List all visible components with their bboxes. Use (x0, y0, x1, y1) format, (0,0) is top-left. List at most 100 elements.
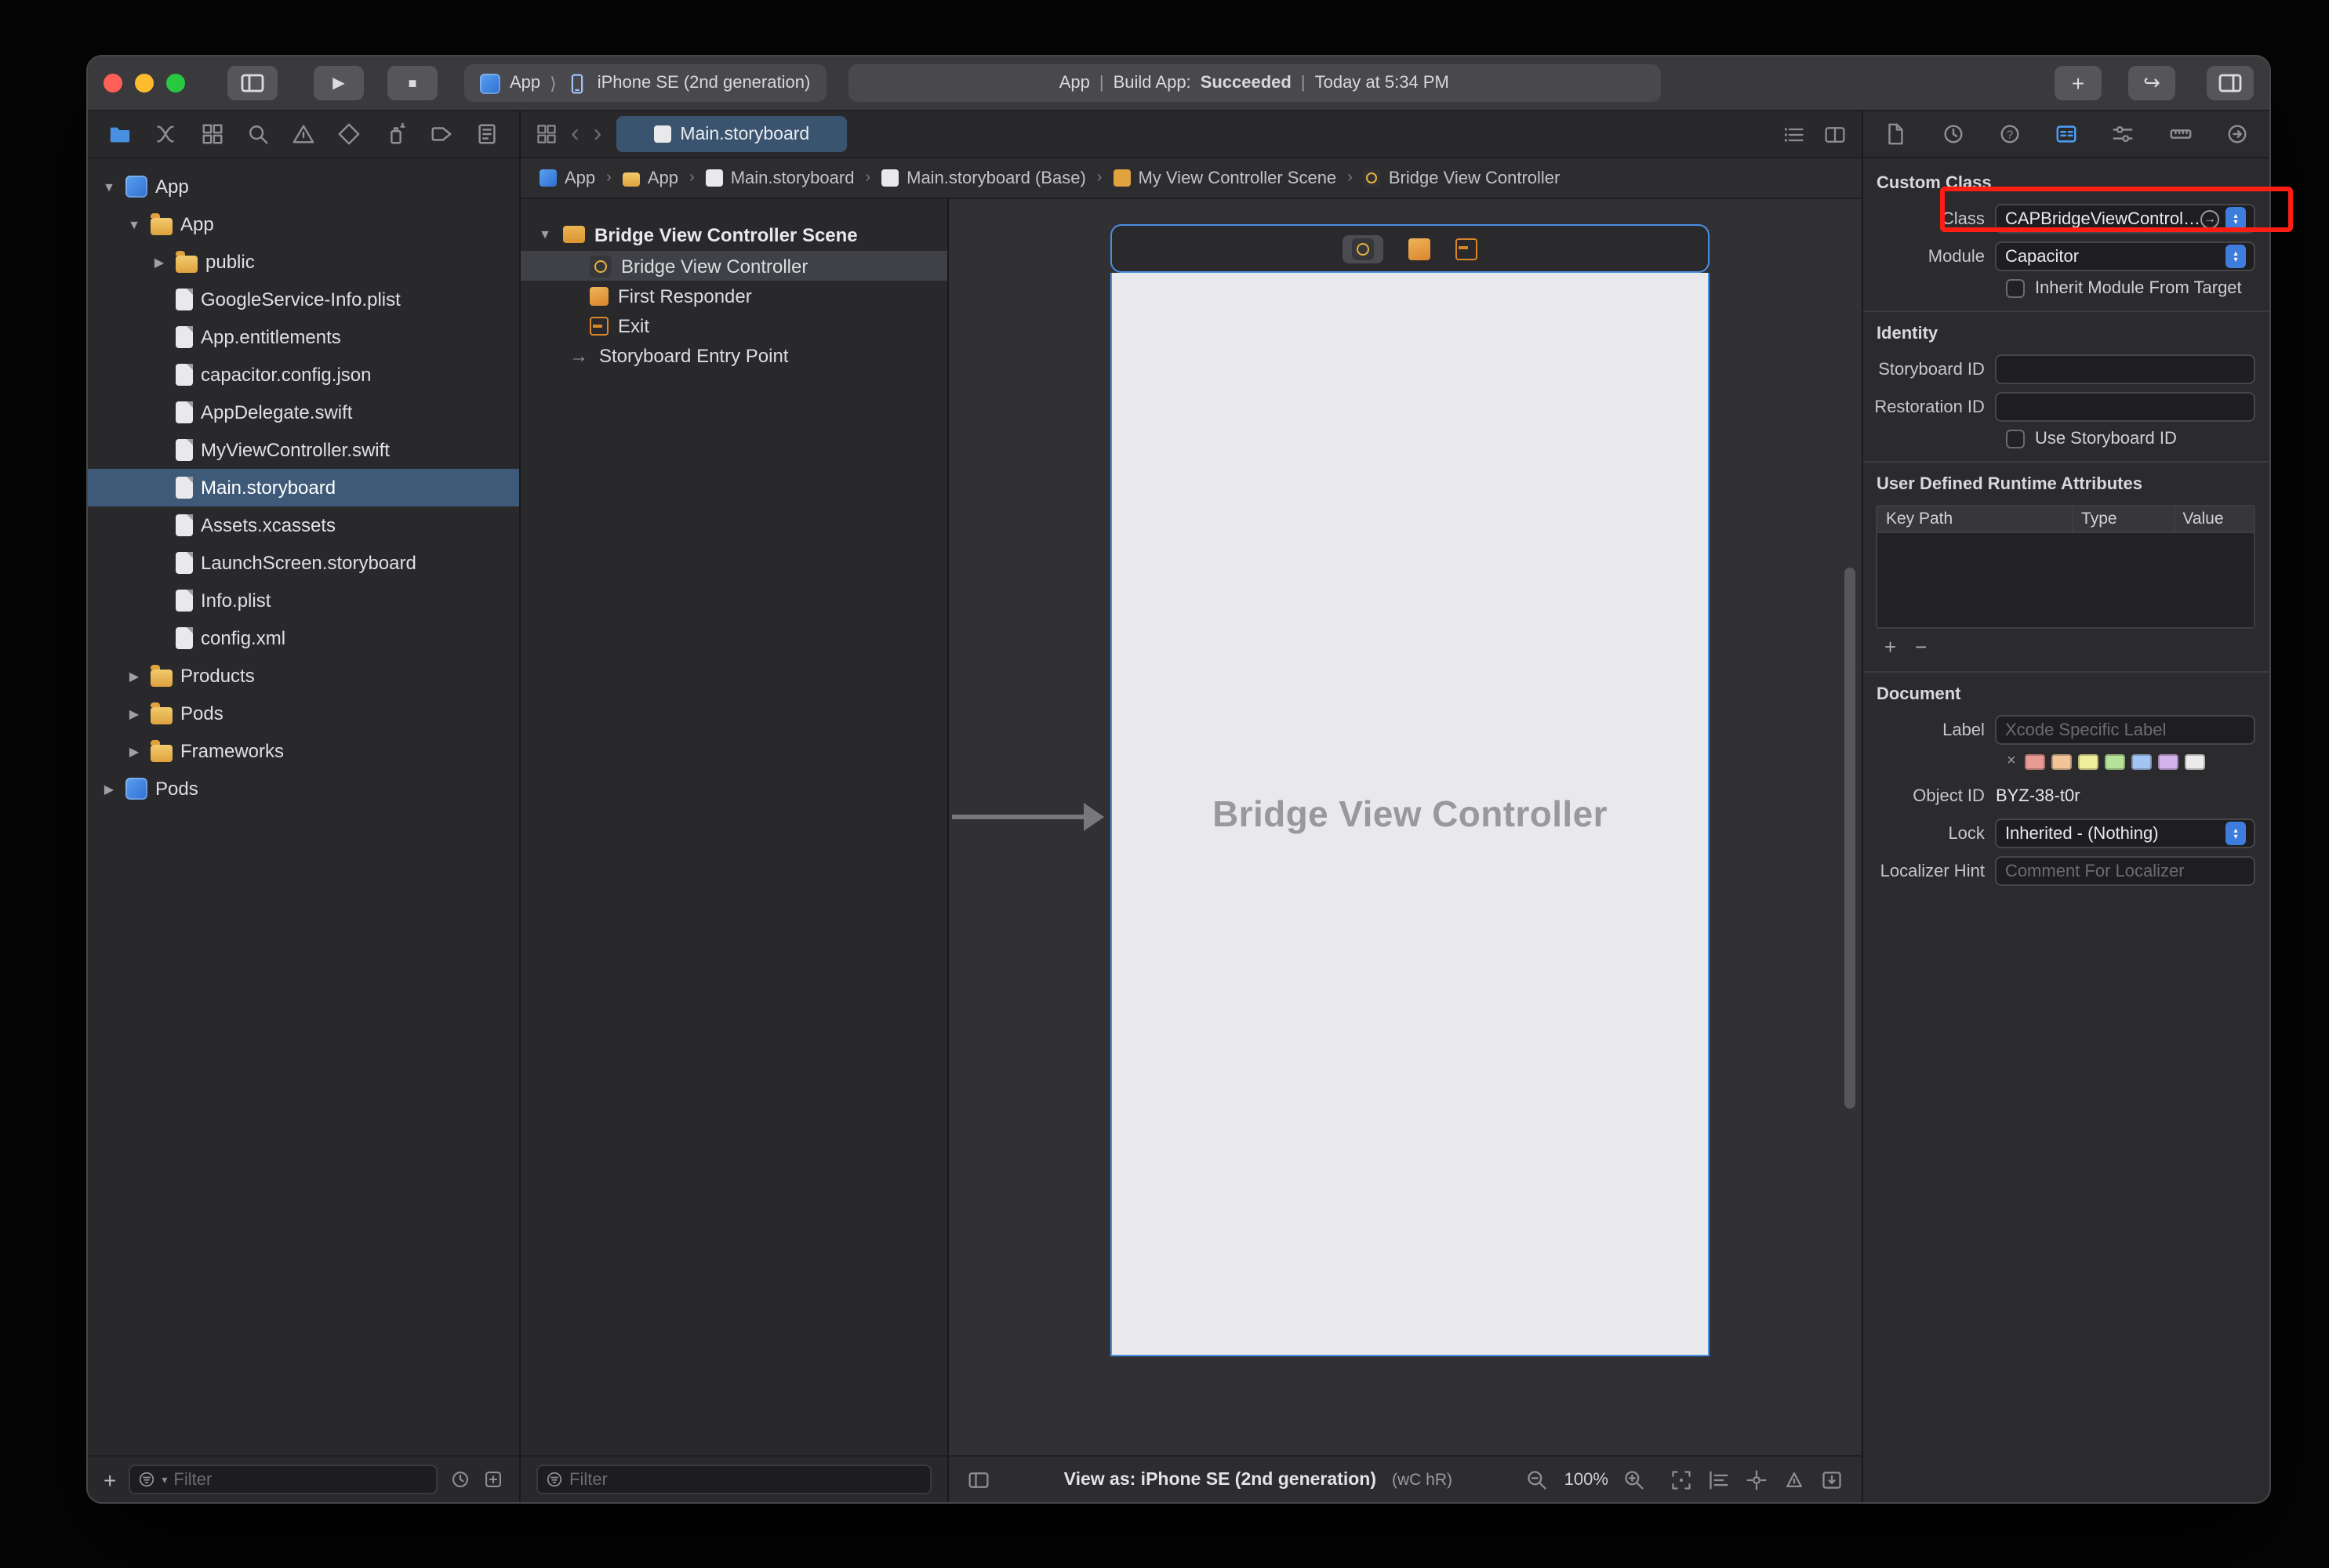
report-navigator-tab[interactable] (475, 122, 499, 146)
class-combo-field[interactable]: CAPBridgeViewControl… → ▴ ▾ (1996, 204, 2255, 234)
zoom-out-icon[interactable] (1527, 1468, 1549, 1490)
project-navigator-tab[interactable] (108, 122, 132, 146)
runtime-attributes-empty-body[interactable] (1878, 533, 2254, 627)
runtime-attributes-table[interactable]: Key Path Type Value (1877, 505, 2255, 629)
breadcrumb-view-controller[interactable]: Bridge View Controller (1364, 169, 1561, 187)
lock-dropdown[interactable]: Inherited - (Nothing) ▴ ▾ (1996, 818, 2255, 848)
history-inspector-tab[interactable] (1941, 122, 1964, 146)
tree-item-frameworks[interactable]: ▶ Frameworks (88, 732, 519, 770)
tree-item-app-group[interactable]: ▼ App (88, 205, 519, 243)
disclosure-open-icon[interactable]: ▼ (536, 227, 554, 241)
lock-dropdown-stepper[interactable]: ▴ ▾ (2225, 822, 2246, 845)
inspector-toggle-button[interactable] (2207, 66, 2254, 100)
tree-item-entitlements[interactable]: App.entitlements (88, 318, 519, 356)
editor-options-button[interactable]: ↪ (2128, 66, 2175, 100)
outline-item-exit[interactable]: Exit (521, 310, 947, 340)
outline-item-entry-point[interactable]: → Storyboard Entry Point (521, 340, 947, 370)
view-controller-selected-chip[interactable] (1343, 234, 1383, 263)
color-swatch-yellow[interactable] (2079, 753, 2099, 769)
quick-help-inspector-tab[interactable]: ? (1998, 122, 2022, 146)
color-swatch-orange[interactable] (2052, 753, 2073, 769)
source-control-tab[interactable] (154, 122, 178, 146)
library-add-button[interactable]: + (2055, 66, 2102, 100)
color-swatch-green[interactable] (2106, 753, 2126, 769)
remove-attribute-button[interactable]: − (1915, 635, 1927, 659)
use-storyboard-id-checkbox[interactable] (2007, 430, 2026, 448)
tree-item-public[interactable]: ▶ public (88, 243, 519, 281)
exit-icon[interactable] (1455, 238, 1477, 260)
inherit-module-checkbox[interactable] (2007, 279, 2026, 298)
disclosure-closed-icon[interactable]: ▶ (125, 669, 143, 683)
tree-item-launchscreen[interactable]: LaunchScreen.storyboard (88, 544, 519, 582)
close-window-button[interactable] (104, 74, 122, 93)
add-editor-icon[interactable] (1825, 123, 1847, 145)
navigator-filter-field[interactable]: ▾ (129, 1465, 438, 1494)
color-swatch-gray[interactable] (2185, 753, 2206, 769)
activity-view[interactable]: App | Build App: Succeeded | Today at 5:… (848, 64, 1660, 102)
add-attribute-button[interactable]: + (1884, 635, 1896, 659)
size-inspector-tab[interactable] (2168, 122, 2192, 146)
outline-filter-field[interactable] (536, 1465, 932, 1494)
resolve-autolayout-icon[interactable] (1784, 1468, 1806, 1490)
breadcrumb-main-storyboard[interactable]: Main.storyboard (706, 169, 855, 187)
localizer-hint-field[interactable] (1996, 856, 2255, 886)
outline-item-bridge-view-controller[interactable]: Bridge View Controller (521, 251, 947, 281)
disclosure-open-icon[interactable]: ▼ (100, 180, 118, 194)
navigator-filter-input[interactable] (173, 1470, 428, 1489)
zoom-level[interactable]: 100% (1564, 1470, 1608, 1489)
attributes-inspector-tab[interactable] (2112, 122, 2135, 146)
restoration-id-field[interactable] (1996, 392, 2255, 422)
document-label-field[interactable] (1996, 715, 2255, 745)
view-controller-view[interactable]: Bridge View Controller (1110, 273, 1710, 1356)
connections-inspector-tab[interactable] (2225, 122, 2249, 146)
back-button[interactable]: ‹ (571, 122, 580, 147)
canvas-area[interactable]: Bridge View Controller (949, 199, 1862, 1455)
no-color-swatch[interactable]: × (2007, 753, 2016, 770)
minimize-window-button[interactable] (135, 74, 154, 93)
breadcrumb-app-group[interactable]: App (623, 169, 678, 187)
tree-item-myviewcontroller[interactable]: MyViewController.swift (88, 431, 519, 469)
outline-toggle-icon[interactable] (968, 1468, 990, 1490)
tree-item-main-storyboard[interactable]: Main.storyboard (88, 469, 519, 506)
tree-item-products[interactable]: ▶ Products (88, 657, 519, 695)
color-swatch-purple[interactable] (2159, 753, 2179, 769)
breadcrumb-scene[interactable]: My View Controller Scene (1113, 169, 1336, 187)
vertical-scrollbar[interactable] (1845, 568, 1856, 1109)
tree-item-pods-group[interactable]: ▶ Pods (88, 695, 519, 732)
breakpoint-navigator-tab[interactable] (430, 122, 453, 146)
module-dropdown-stepper[interactable]: ▴ ▾ (2225, 245, 2246, 268)
fit-canvas-icon[interactable] (1671, 1468, 1693, 1490)
stop-button[interactable]: ■ (387, 66, 438, 100)
tab-overview-icon[interactable] (536, 124, 557, 144)
run-button[interactable]: ▶ (314, 66, 364, 100)
module-combo-field[interactable]: Capacitor ▴ ▾ (1996, 241, 2255, 271)
tree-item-googleservice-plist[interactable]: GoogleService-Info.plist (88, 281, 519, 318)
outline-filter-input[interactable] (569, 1470, 922, 1489)
issue-navigator-tab[interactable] (292, 122, 315, 146)
identity-inspector-tab-selected[interactable] (2055, 122, 2078, 146)
storyboard-entry-point-arrow[interactable] (952, 800, 1106, 842)
tree-item-info-plist[interactable]: Info.plist (88, 582, 519, 619)
color-swatch-blue[interactable] (2132, 753, 2153, 769)
debug-navigator-tab[interactable] (383, 122, 407, 146)
tree-item-config-xml[interactable]: config.xml (88, 619, 519, 657)
forward-button[interactable]: › (594, 122, 602, 147)
tree-item-pods-project[interactable]: ▶ Pods (88, 770, 519, 808)
adjust-editor-icon[interactable] (1784, 123, 1806, 145)
bridge-view-controller-scene[interactable]: Bridge View Controller (1110, 224, 1710, 1356)
view-controller-header-bar[interactable] (1110, 224, 1710, 273)
test-navigator-tab[interactable] (338, 122, 362, 146)
disclosure-closed-icon[interactable]: ▶ (151, 255, 168, 269)
recent-files-icon[interactable] (450, 1469, 471, 1490)
tree-item-assets[interactable]: Assets.xcassets (88, 506, 519, 544)
breadcrumb-app-project[interactable]: App (540, 169, 595, 187)
navigator-toggle-button[interactable] (227, 66, 278, 100)
scheme-selector[interactable]: App ⟩ iPhone SE (2nd generation) (464, 64, 826, 102)
tree-item-appdelegate[interactable]: AppDelegate.swift (88, 394, 519, 431)
class-dropdown-stepper[interactable]: ▴ ▾ (2225, 207, 2246, 230)
outline-item-first-responder[interactable]: First Responder (521, 281, 947, 310)
zoom-in-icon[interactable] (1624, 1468, 1646, 1490)
jump-to-class-icon[interactable]: → (2200, 209, 2219, 228)
view-as-label[interactable]: View as: iPhone SE (2nd generation) (1064, 1470, 1376, 1489)
disclosure-closed-icon[interactable]: ▶ (125, 706, 143, 720)
